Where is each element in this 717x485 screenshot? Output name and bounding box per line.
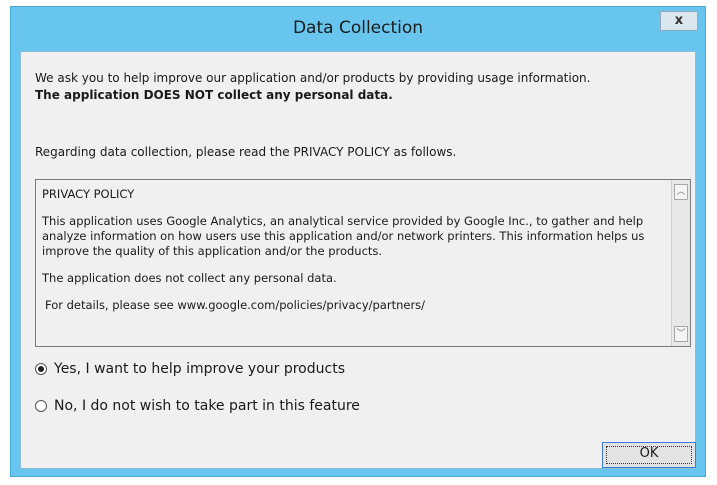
- chevron-up-icon: ︿: [676, 187, 686, 197]
- intro-line: We ask you to help improve our applicati…: [35, 71, 591, 85]
- title-bar[interactable]: Data Collection x: [11, 7, 705, 51]
- dialog-content: We ask you to help improve our applicati…: [20, 51, 696, 469]
- close-icon: x: [674, 13, 684, 28]
- radio-button-no[interactable]: [35, 400, 47, 412]
- policy-paragraph-details: For details, please see www.google.com/p…: [45, 298, 426, 312]
- dialog-title: Data Collection: [292, 18, 424, 38]
- close-button[interactable]: x: [660, 11, 698, 31]
- regarding-text: Regarding data collection, please read t…: [35, 145, 457, 159]
- policy-content: PRIVACY POLICY This application uses Goo…: [42, 187, 662, 325]
- vertical-scrollbar[interactable]: ︿ ﹀: [671, 180, 690, 346]
- radio-label-yes: Yes, I want to help improve your product…: [54, 361, 345, 377]
- policy-heading: PRIVACY POLICY: [42, 187, 135, 201]
- privacy-policy-textbox[interactable]: PRIVACY POLICY This application uses Goo…: [35, 179, 691, 347]
- scroll-up-button[interactable]: ︿: [674, 184, 688, 200]
- ok-button[interactable]: OK: [602, 442, 696, 468]
- intro-emphasis: The application DOES NOT collect any per…: [35, 88, 393, 102]
- scroll-down-button[interactable]: ﹀: [674, 326, 688, 342]
- dialog-window: Data Collection x We ask you to help imp…: [10, 6, 706, 477]
- ok-button-label: OK: [639, 446, 659, 461]
- radio-button-yes[interactable]: [35, 363, 47, 375]
- policy-paragraph-personal-data: The application does not collect any per…: [42, 271, 337, 285]
- intro-text: We ask you to help improve our applicati…: [35, 70, 590, 104]
- radio-label-no: No, I do not wish to take part in this f…: [54, 398, 360, 414]
- radio-option-yes[interactable]: Yes, I want to help improve your product…: [35, 361, 345, 377]
- chevron-down-icon: ﹀: [676, 329, 686, 339]
- policy-paragraph-analytics: This application uses Google Analytics, …: [42, 214, 645, 258]
- radio-option-no[interactable]: No, I do not wish to take part in this f…: [35, 398, 360, 414]
